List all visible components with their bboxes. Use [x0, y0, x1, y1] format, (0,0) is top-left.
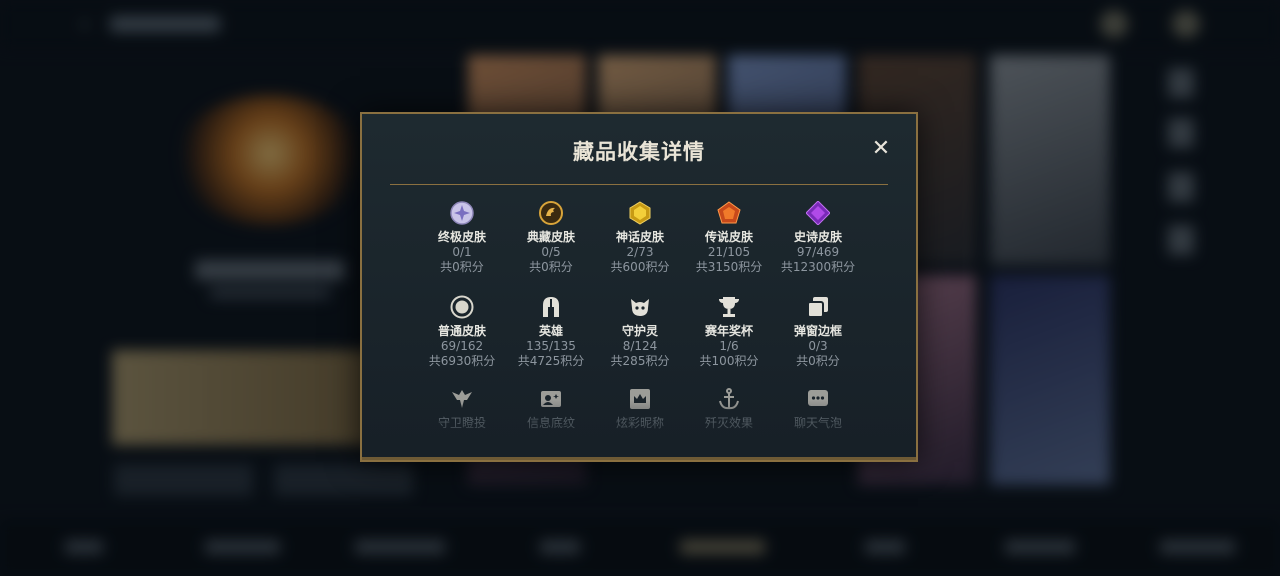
item-name: 传说皮肤 — [704, 230, 753, 244]
item-count: 2/73 — [626, 245, 654, 259]
collection-item-hero: 英雄 135/135 共4725积分 — [506, 294, 596, 369]
item-name: 炫彩昵称 — [615, 416, 664, 430]
legendary-gem-icon — [716, 200, 742, 226]
item-score: 共3150积分 — [695, 260, 763, 274]
collection-item-legendary-skin: 传说皮肤 21/105 共3150积分 — [684, 200, 774, 275]
collection-item-mythic-skin: 神话皮肤 2/73 共600积分 — [595, 200, 685, 275]
collection-details-dialog: 藏品收集详情 ✕ 终极皮肤 0/1 共0积分 典藏皮肤 0/5 共0积分 神话皮… — [360, 112, 918, 462]
guardian-icon — [627, 294, 653, 320]
collection-item-chat-bubble: 聊天气泡 — [773, 386, 863, 430]
collection-item-info-background: 信息底纹 — [506, 386, 596, 430]
dialog-bottom-border — [362, 457, 916, 460]
item-name: 英雄 — [538, 324, 563, 338]
item-count: 69/162 — [440, 339, 484, 353]
item-score: 共4725积分 — [517, 354, 585, 368]
item-name: 信息底纹 — [526, 416, 575, 430]
item-name: 普通皮肤 — [437, 324, 486, 338]
collection-item-popup-frame: 弹窗边框 0/3 共0积分 — [773, 294, 863, 369]
mythic-dragon-icon — [538, 200, 564, 226]
frame-icon — [805, 294, 831, 320]
info-card-icon — [538, 386, 564, 412]
item-score: 共12300积分 — [780, 260, 856, 274]
crown-card-icon — [627, 386, 653, 412]
epic-gem-icon — [805, 200, 831, 226]
helmet-icon — [538, 294, 564, 320]
item-name: 守卫瞪投 — [437, 416, 486, 430]
item-name: 赛年奖杯 — [704, 324, 753, 338]
anchor-icon — [716, 386, 742, 412]
collection-item-prestige-skin: 典藏皮肤 0/5 共0积分 — [506, 200, 596, 275]
collection-item-ultimate-skin: 终极皮肤 0/1 共0积分 — [417, 200, 507, 275]
item-name: 弹窗边框 — [793, 324, 842, 338]
item-score: 共0积分 — [796, 354, 840, 368]
trophy-icon — [716, 294, 742, 320]
item-count: 8/124 — [622, 339, 658, 353]
item-score: 共0积分 — [440, 260, 484, 274]
item-name: 神话皮肤 — [615, 230, 664, 244]
item-name: 守护灵 — [621, 324, 658, 338]
collection-item-ward: 守卫瞪投 — [417, 386, 507, 430]
item-count: 21/105 — [707, 245, 751, 259]
ultimate-skin-icon — [449, 200, 475, 226]
item-score: 共0积分 — [529, 260, 573, 274]
item-count: 97/469 — [796, 245, 840, 259]
item-name: 聊天气泡 — [793, 416, 842, 430]
item-name: 典藏皮肤 — [526, 230, 575, 244]
item-count: 0/5 — [541, 245, 561, 259]
common-circle-icon — [449, 294, 475, 320]
item-count: 0/1 — [452, 245, 472, 259]
dialog-title: 藏品收集详情 — [573, 140, 705, 164]
item-score: 共100积分 — [699, 354, 759, 368]
item-score: 共600积分 — [610, 260, 670, 274]
ward-icon — [449, 386, 475, 412]
collection-item-epic-skin: 史诗皮肤 97/469 共12300积分 — [773, 200, 863, 275]
item-name: 史诗皮肤 — [793, 230, 842, 244]
item-name: 终极皮肤 — [437, 230, 486, 244]
item-score: 共6930积分 — [428, 354, 496, 368]
close-button[interactable]: ✕ — [868, 136, 894, 162]
collection-item-guardian: 守护灵 8/124 共285积分 — [595, 294, 685, 369]
item-count: 135/135 — [526, 339, 576, 353]
item-score: 共285积分 — [610, 354, 670, 368]
collection-item-kill-effect: 歼灭效果 — [684, 386, 774, 430]
collection-item-common-skin: 普通皮肤 69/162 共6930积分 — [417, 294, 507, 369]
collection-item-color-nickname: 炫彩昵称 — [595, 386, 685, 430]
collection-item-season-trophy: 赛年奖杯 1/6 共100积分 — [684, 294, 774, 369]
item-count: 0/3 — [808, 339, 828, 353]
title-divider — [390, 184, 888, 185]
item-name: 歼灭效果 — [704, 416, 753, 430]
item-count: 1/6 — [719, 339, 739, 353]
chat-bubble-icon — [805, 386, 831, 412]
mythic-gem-icon — [627, 200, 653, 226]
